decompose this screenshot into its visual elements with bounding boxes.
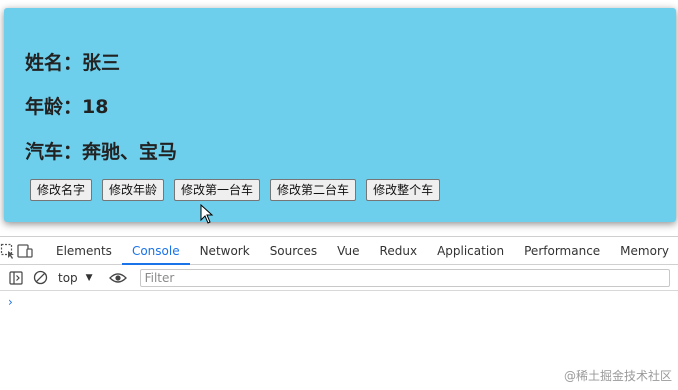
app-card: 姓名：张三 年龄：18 汽车：奔驰、宝马 修改名字 修改年龄 修改第一台车 修改… [4,8,676,222]
inspect-element-icon[interactable] [0,237,16,264]
edit-first-car-button[interactable]: 修改第一台车 [174,179,261,201]
clear-console-icon[interactable] [28,266,52,290]
tab-application[interactable]: Application [427,237,514,264]
edit-all-cars-button[interactable]: 修改整个车 [366,179,441,201]
tab-console[interactable]: Console [121,237,190,265]
mouse-cursor-icon [200,204,214,224]
name-text: 姓名：张三 [25,52,121,74]
tab-memory[interactable]: Memory [610,237,678,264]
console-toolbar: top ▼ Filter [0,265,678,291]
live-expression-eye-icon[interactable] [106,266,130,290]
devtools-tabs: Elements Console Network Sources Vue Redux App… [46,237,678,265]
watermark: @稀土掘金技术社区 [563,369,672,383]
context-selector[interactable]: top ▼ [58,271,93,285]
sidebar-toggle-icon[interactable] [4,266,28,290]
caret-down-icon: ▼ [85,272,93,283]
device-toolbar-icon[interactable] [16,237,34,264]
edit-age-button[interactable]: 修改年龄 [102,179,165,201]
tab-performance[interactable]: Performance [514,237,610,264]
tab-sources[interactable]: Sources [260,237,327,264]
edit-second-car-button[interactable]: 修改第二台车 [270,179,357,201]
car-text: 汽车：奔驰、宝马 [25,141,178,163]
devtools-tabbar: Elements Console Network Sources Vue Redux App… [0,237,678,265]
tab-redux[interactable]: Redux [370,237,428,264]
tab-network[interactable]: Network [190,237,260,264]
tab-elements[interactable]: Elements [46,237,122,264]
tab-vue[interactable]: Vue [327,237,369,264]
context-label: top [58,270,78,285]
age-text: 年龄：18 [25,96,109,118]
console-filter-input[interactable]: Filter [139,268,670,287]
screen: 姓名：张三 年龄：18 汽车：奔驰、宝马 修改名字 修改年龄 修改第一台车 修改… [0,0,678,390]
edit-name-button[interactable]: 修改名字 [30,179,93,201]
button-row: 修改名字 修改年龄 修改第一台车 修改第二台车 修改整个车 [30,179,441,201]
console-prompt[interactable]: › [8,295,13,309]
